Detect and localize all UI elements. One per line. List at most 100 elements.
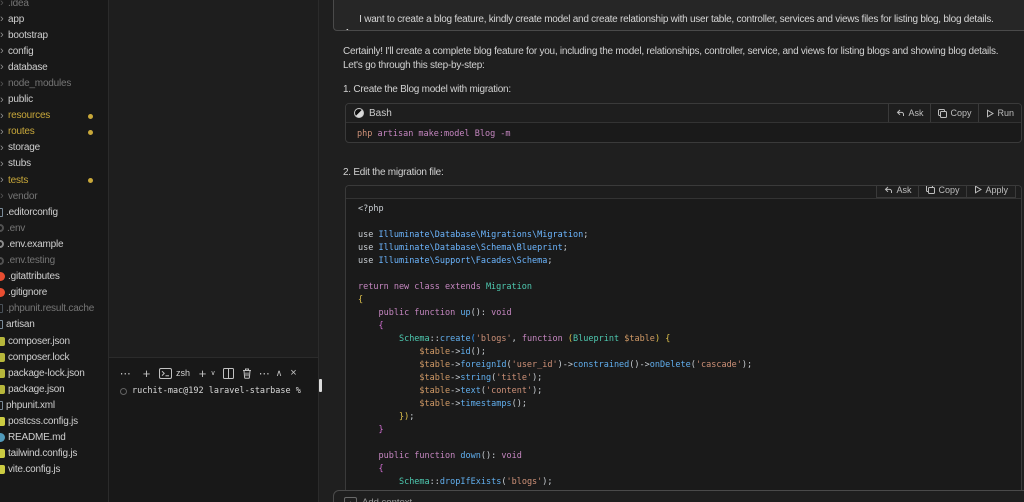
sidebar-item-package-lock-json[interactable]: package-lock.json (0, 365, 108, 381)
code-block-header: Ask Copy Apply (346, 186, 1021, 199)
sidebar-item-app[interactable]: ›app (0, 11, 108, 27)
sidebar-item-stubs[interactable]: ›stubs (0, 156, 108, 172)
file-label: .env.example (7, 239, 63, 250)
chat-input-box[interactable]: + Add context (333, 490, 1024, 502)
code-line: use Illuminate\Database\Schema\Blueprint… (358, 242, 1009, 255)
file-file-icon (0, 320, 3, 329)
sidebar-item-public[interactable]: ›public (0, 92, 108, 108)
close-panel-icon[interactable]: × (287, 365, 300, 381)
chevron-right-icon: › (0, 111, 6, 121)
modified-dot-badge (88, 130, 93, 135)
sidebar-item-artisan[interactable]: artisan (0, 317, 108, 333)
code-line: } (358, 424, 1009, 437)
kill-terminal-icon[interactable] (240, 365, 253, 381)
sidebar-item--idea[interactable]: ›.idea (0, 0, 108, 11)
file-label: stubs (8, 158, 31, 169)
file-file-icon (0, 401, 3, 410)
add-context-icon[interactable]: + (344, 497, 357, 502)
apply-button[interactable]: Apply (966, 185, 1015, 197)
new-terminal-icon[interactable]: + (140, 365, 153, 381)
sidebar-item-storage[interactable]: ›storage (0, 140, 108, 156)
copy-button[interactable]: Copy (930, 104, 978, 122)
code-content: <?phpuse Illuminate\Database\Migrations\… (346, 199, 1021, 493)
sidebar-item-package-json[interactable]: package.json (0, 381, 108, 397)
sidebar-item-phpunit-xml[interactable]: phpunit.xml (0, 397, 108, 413)
file-label: vendor (8, 191, 37, 202)
terminal-prompt-line[interactable]: ruchit-mac@192 laravel-starbase % (109, 386, 318, 396)
split-terminal-icon[interactable] (222, 365, 235, 381)
file-label: config (8, 46, 34, 57)
code-line: $table->timestamps(); (358, 398, 1009, 411)
ask-button[interactable]: Ask (888, 104, 930, 122)
sidebar-item--gitattributes[interactable]: .gitattributes (0, 269, 108, 285)
terminal-icon (159, 368, 172, 379)
code-language-label: Bash (369, 108, 392, 119)
code-line: <?php (358, 203, 1009, 216)
file-label: .phpunit.result.cache (6, 303, 94, 314)
ask-button[interactable]: Ask (877, 185, 918, 197)
sidebar-item--env[interactable]: .env (0, 220, 108, 236)
split-icon (223, 368, 234, 379)
play-icon (986, 109, 994, 118)
maximize-panel-icon[interactable]: ∧ (275, 365, 283, 381)
add-context-label[interactable]: Add context (362, 497, 412, 502)
file-label: .env.testing (7, 255, 55, 266)
code-line: php artisan make:model Blog -m (357, 128, 1010, 141)
sidebar-item-composer-json[interactable]: composer.json (0, 333, 108, 349)
sidebar-item-composer-lock[interactable]: composer.lock (0, 349, 108, 365)
sidebar-item--editorconfig[interactable]: .editorconfig (0, 204, 108, 220)
js-file-icon (0, 449, 5, 458)
code-line: $table->id(); (358, 346, 1009, 359)
sidebar-item-routes[interactable]: ›routes (0, 124, 108, 140)
copy-button[interactable]: Copy (918, 185, 966, 197)
button-label: Apply (985, 185, 1008, 195)
md-file-icon (0, 433, 5, 442)
sidebar-item--phpunit-result-cache[interactable]: .phpunit.result.cache (0, 301, 108, 317)
sidebar-item-node-modules[interactable]: ›node_modules (0, 75, 108, 91)
button-label: Copy (938, 185, 959, 195)
terminal-prompt: ruchit-mac@192 laravel-starbase % (132, 386, 301, 396)
step-1-label: 1. Create the Blog model with migration: (343, 83, 1016, 97)
sidebar-item-resources[interactable]: ›resources (0, 108, 108, 124)
gear-file-icon (0, 257, 4, 265)
modified-dot-badge (88, 178, 93, 183)
sidebar-item-config[interactable]: ›config (0, 43, 108, 59)
sidebar-item-bootstrap[interactable]: ›bootstrap (0, 27, 108, 43)
step-2-label: 2. Edit the migration file: (343, 166, 1016, 180)
file-label: .idea (8, 0, 29, 9)
sidebar-item--env-example[interactable]: .env.example (0, 236, 108, 252)
file-label: package-lock.json (8, 368, 85, 379)
add-terminal-icon[interactable]: + (196, 365, 209, 381)
sidebar-item--gitignore[interactable]: .gitignore (0, 285, 108, 301)
sidebar-item-postcss-config-js[interactable]: postcss.config.js (0, 413, 108, 429)
sidebar-item-vendor[interactable]: ›vendor (0, 188, 108, 204)
json-file-icon (0, 385, 5, 394)
views-more-icon[interactable]: ⋯ (119, 365, 132, 381)
code-line: { (358, 320, 1009, 333)
file-label: .gitattributes (8, 271, 60, 282)
js-file-icon (0, 465, 5, 474)
bash-icon (354, 108, 364, 118)
assistant-intro: Certainly! I'll create a complete blog f… (343, 45, 1016, 73)
code-content: php artisan make:model Blog -m (346, 123, 1021, 143)
code-block-php: AskCopyApply <?phpuse Illuminate\Databas… (345, 185, 1022, 502)
sidebar-item-tests[interactable]: ›tests (0, 172, 108, 188)
launch-profile-chevron-icon[interactable]: ∨ (209, 365, 217, 381)
chevron-right-icon: › (0, 175, 6, 185)
sidebar-item-tailwind-config-js[interactable]: tailwind.config.js (0, 446, 108, 462)
sidebar-item-readme-md[interactable]: README.md (0, 430, 108, 446)
file-label: resources (8, 110, 50, 121)
json-file-icon (0, 369, 5, 378)
sidebar-item-vite-config-js[interactable]: vite.config.js (0, 462, 108, 478)
command-status-circle-icon (120, 388, 127, 395)
sidebar-item-database[interactable]: ›database (0, 59, 108, 75)
run-button[interactable]: Run (978, 104, 1021, 122)
code-line: }); (358, 411, 1009, 424)
more-actions-icon[interactable]: ⋯ (258, 365, 271, 381)
sidebar-item--env-testing[interactable]: .env.testing (0, 253, 108, 269)
terminal-scrollbar-thumb[interactable] (319, 379, 322, 392)
terminal-tab-zsh[interactable]: zsh (159, 368, 190, 379)
button-label: Copy (950, 108, 971, 118)
chevron-right-icon: › (0, 14, 6, 24)
ask-arrow-icon (896, 109, 905, 117)
